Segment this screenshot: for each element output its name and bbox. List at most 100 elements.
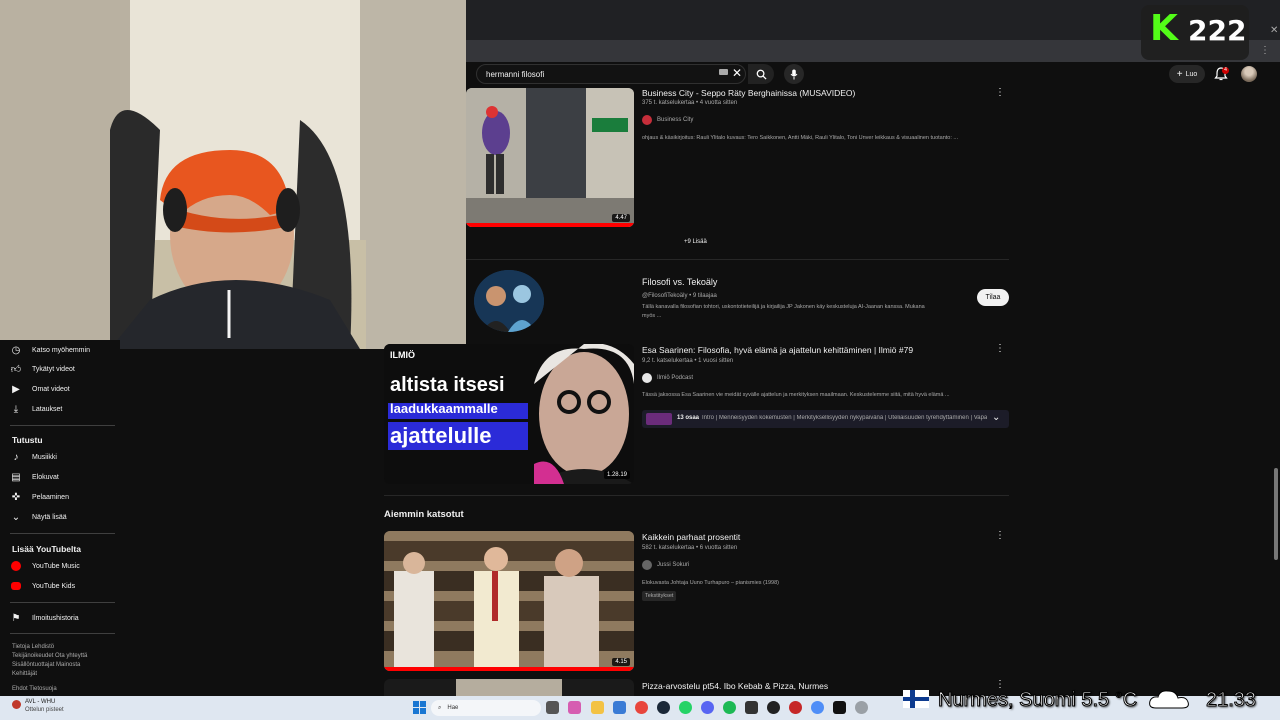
sidebar-item-liked-videos[interactable]: 👍︎ Tykätyt videot	[10, 360, 115, 378]
footer-links[interactable]: Tietoja Lehdistö	[12, 643, 112, 652]
taskbar-widget-title[interactable]: AVL - WHU	[25, 699, 55, 705]
search-icon	[756, 69, 767, 80]
sidebar-item-label: Elokuvat	[32, 473, 59, 481]
steam-icon[interactable]	[657, 701, 670, 714]
microphone-icon	[790, 69, 798, 79]
channel-avatar-image	[474, 270, 544, 332]
channel-name: Ilmiö Podcast	[657, 375, 694, 381]
thumbnail-image	[384, 531, 634, 671]
mail-icon[interactable]	[613, 701, 626, 714]
footer-links[interactable]: Sisällöntuottajat Mainosta	[12, 661, 112, 670]
taskbar-search-box[interactable]: ⌕ Hae	[431, 700, 541, 716]
app-icon[interactable]	[811, 701, 824, 714]
sidebar-item-movies[interactable]: ▤ Elokuvat	[10, 468, 115, 486]
window-close-icon[interactable]: ✕	[1270, 24, 1278, 38]
youtube-kids-icon	[10, 580, 22, 592]
clock: 21.33	[1205, 689, 1257, 712]
video-title[interactable]: Pizza-arvostelu pt54. Ibo Kebab & Pizza,…	[642, 681, 828, 691]
search-button[interactable]	[748, 64, 774, 84]
windows-start-icon[interactable]	[413, 701, 426, 714]
app-icon[interactable]	[855, 701, 868, 714]
channel-description: myös ...	[642, 313, 662, 319]
video-description: ohjaus & käsikirjoitus: Rauli Ylitalo ku…	[642, 135, 959, 141]
footer-links[interactable]: Tekijänoikeudet Ota yhteyttä	[12, 652, 112, 661]
webcam-image	[0, 0, 466, 349]
chrome-icon[interactable]	[635, 701, 648, 714]
subscribe-button[interactable]: Tilaa	[977, 289, 1009, 306]
video-title[interactable]: Esa Saarinen: Filosofia, hyvä elämä ja a…	[642, 345, 913, 355]
create-label: Luo	[1185, 70, 1198, 78]
taskbar-search-placeholder: Hae	[447, 705, 459, 711]
more-actions-icon[interactable]: ⋮	[995, 530, 1005, 542]
chapters-count: 13 osaa	[677, 415, 700, 421]
search-input[interactable]: hermanni filosofi	[476, 64, 746, 84]
chapters-text: Intro | Menneisyyden kokemusten | Merkit…	[702, 415, 987, 421]
results-divider	[384, 495, 1009, 496]
account-avatar[interactable]	[1241, 66, 1257, 82]
sidebar-item-downloads[interactable]: ⤓ Lataukset	[10, 400, 115, 418]
section-heading: Aiemmin katsotut	[384, 509, 464, 520]
spotify-icon[interactable]	[723, 701, 736, 714]
film-icon: ▤	[11, 471, 21, 483]
video-meta: 9,2 t. katselukertaa • 1 vuosi sitten	[642, 358, 734, 364]
plus-icon: +	[1176, 68, 1183, 80]
more-actions-icon[interactable]: ⋮	[995, 343, 1005, 355]
footer-links[interactable]: Ehdot Tietosuoja	[12, 685, 112, 694]
sports-score-icon	[12, 700, 21, 709]
sidebar-divider	[10, 633, 115, 634]
taskbar-widget-subtitle: Ottelun pisteet	[25, 707, 64, 713]
sidebar-item-your-videos[interactable]: ▶ Omat videot	[10, 380, 115, 398]
chevron-down-icon: ⌄	[11, 511, 21, 523]
app-icon[interactable]	[789, 701, 802, 714]
channel-avatar	[642, 560, 652, 570]
whatsapp-icon[interactable]	[679, 701, 692, 714]
sidebar-item-label: Pelaaminen	[32, 493, 69, 501]
chapters-bar[interactable]: 13 osaa Intro | Menneisyyden kokemusten …	[642, 410, 1009, 428]
video-channel[interactable]: Ilmiö Podcast	[642, 373, 693, 383]
keyboard-icon[interactable]	[719, 69, 728, 75]
sidebar-item-show-more[interactable]: ⌄ Näytä lisää	[10, 508, 115, 526]
sidebar-item-report-history[interactable]: ⚑ Ilmoitushistoria	[10, 609, 115, 627]
sidebar-item-label: YouTube Music	[32, 562, 80, 570]
copilot-icon[interactable]	[568, 701, 581, 714]
video-title[interactable]: Business City - Seppo Räty Berghainissa …	[642, 88, 855, 98]
youtube-music-icon	[10, 560, 22, 572]
video-channel[interactable]: Business City	[642, 115, 693, 125]
voice-search-button[interactable]	[784, 64, 804, 84]
sidebar-item-watch-later[interactable]: ◷ Katso myöhemmin	[10, 341, 115, 359]
sidebar-item-gaming[interactable]: ✜ Pelaaminen	[10, 488, 115, 506]
sidebar-item-youtube-kids[interactable]: YouTube Kids	[10, 577, 115, 595]
video-channel[interactable]: Jussi Sokuri	[642, 560, 689, 570]
video-thumbnail[interactable]: 4.15	[384, 531, 634, 671]
channel-avatar-large[interactable]	[474, 270, 544, 332]
sidebar-item-youtube-music[interactable]: YouTube Music	[10, 557, 115, 575]
follower-count: 222	[1188, 14, 1247, 47]
search-icon: ⌕	[438, 704, 442, 711]
show-more-videos-button[interactable]: +9 Lisää	[684, 239, 707, 245]
subtitles-badge: Tekstitykset	[642, 591, 677, 601]
discord-icon[interactable]	[701, 701, 714, 714]
sidebar-item-label: Ilmoitushistoria	[32, 614, 79, 622]
video-thumbnail[interactable]	[384, 679, 634, 696]
cloud-icon	[1149, 690, 1189, 709]
video-thumbnail[interactable]: 4.47	[466, 88, 634, 227]
obs-icon[interactable]	[745, 701, 758, 714]
play-box-icon: ▶	[12, 383, 20, 395]
clear-search-icon[interactable]: ✕	[732, 66, 744, 80]
browser-menu-icon[interactable]: ⋮	[1260, 44, 1270, 58]
video-thumbnail[interactable]: ILMIÖ altista itsesi laadukkaammalle aja…	[384, 344, 634, 484]
task-view-icon[interactable]	[546, 701, 559, 714]
more-actions-icon[interactable]: ⋮	[995, 87, 1005, 99]
sidebar-item-music[interactable]: ♪ Musiikki	[10, 448, 115, 466]
app-icon[interactable]	[767, 701, 780, 714]
video-duration: 1.28.19	[603, 471, 630, 479]
sidebar-heading-more-from-youtube: Lisää YouTubelta	[12, 544, 81, 554]
chevron-down-icon[interactable]: ⌄	[992, 412, 1000, 423]
page-scrollbar-thumb[interactable]	[1274, 468, 1278, 560]
channel-name[interactable]: Filosofi vs. Tekoäly	[642, 277, 717, 287]
video-title[interactable]: Kaikkein parhaat prosentit	[642, 532, 740, 542]
file-explorer-icon[interactable]	[591, 701, 604, 714]
create-button[interactable]: + Luo	[1169, 65, 1205, 83]
capcut-icon[interactable]	[833, 701, 846, 714]
footer-links[interactable]: Kehittäjät	[12, 670, 112, 679]
